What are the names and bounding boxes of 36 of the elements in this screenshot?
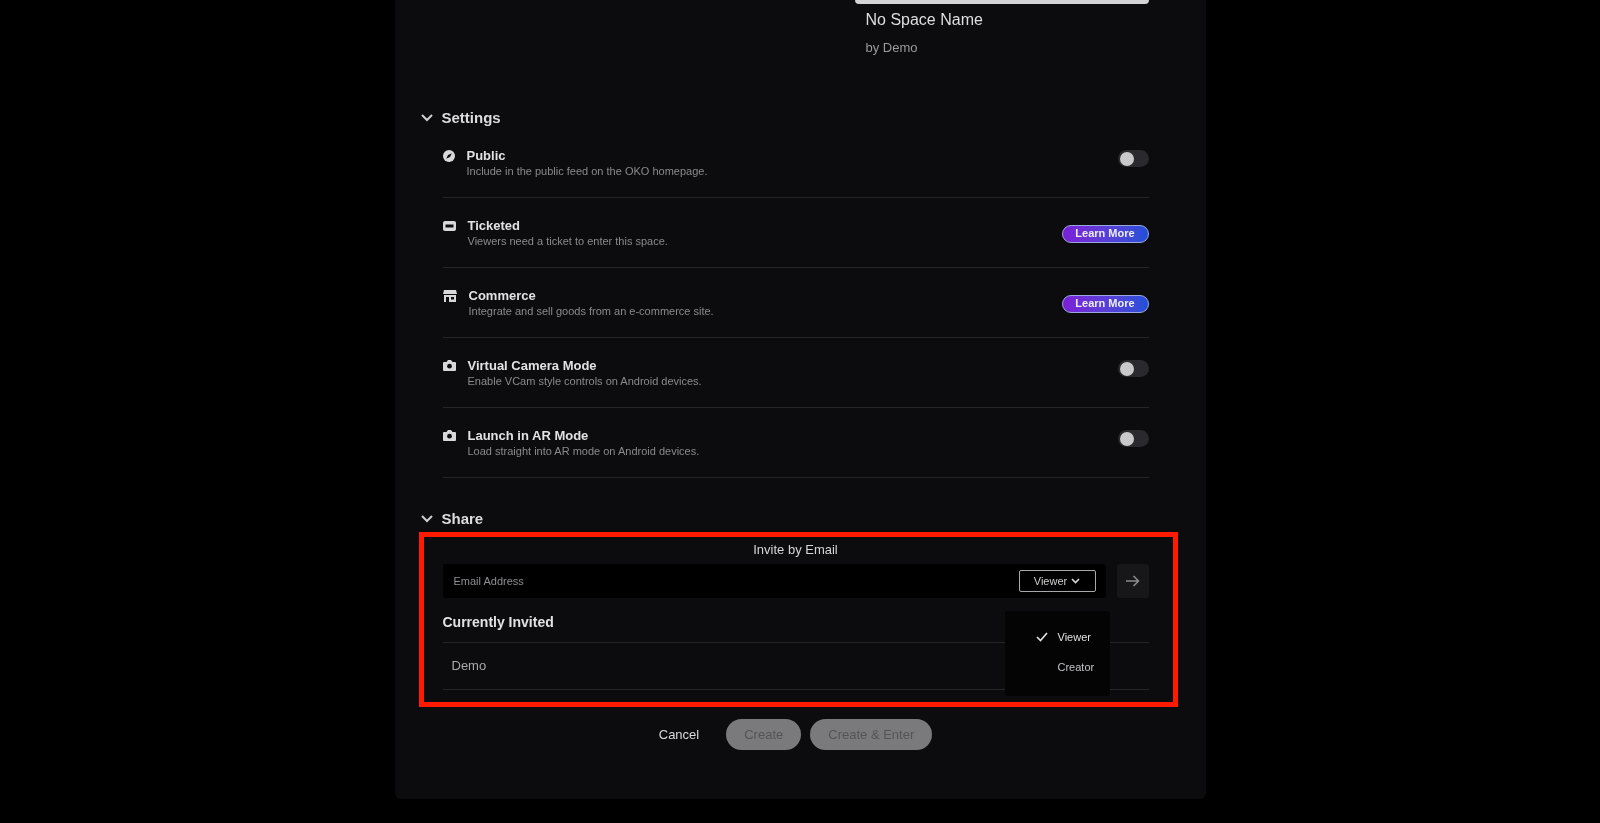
toggle-switch[interactable]: [1117, 150, 1149, 167]
check-icon: [1035, 632, 1048, 642]
space-title: No Space Name: [865, 10, 983, 30]
menu-item[interactable]: Viewer: [1004, 627, 1110, 647]
send-button[interactable]: [1116, 564, 1149, 598]
menu-item[interactable]: Creator: [1004, 657, 1110, 677]
setting-description: Viewers need a ticket to enter this space.: [467, 234, 668, 249]
setting-description: Integrate and sell goods from an e-commerce site.: [468, 304, 714, 319]
invited-heading: Currently Invited: [442, 613, 554, 631]
space-author: by Demo: [865, 40, 918, 56]
arrow-right-icon: [1125, 575, 1140, 587]
setting-title: Virtual Camera Mode: [467, 358, 597, 374]
chevron-down-icon: [1071, 578, 1081, 584]
setting-description: Load straight into AR mode on Android devices.: [467, 444, 700, 459]
setting-title: Ticketed: [467, 218, 520, 234]
email-field[interactable]: Email Address Viewer: [442, 564, 1106, 598]
ticket-icon: [442, 221, 456, 231]
compass-icon: [442, 150, 455, 162]
cancel-button[interactable]: Cancel: [658, 726, 700, 743]
setting-title: Commerce: [468, 288, 536, 304]
setting-title: Public: [466, 148, 506, 164]
section-header[interactable]: Share: [420, 509, 484, 529]
toggle-switch[interactable]: [1117, 360, 1149, 377]
section-header[interactable]: Settings: [420, 108, 501, 128]
setting-title: Launch in AR Mode: [467, 428, 589, 444]
setting-description: Enable VCam style controls on Android devices.: [467, 374, 702, 389]
toggle-switch[interactable]: [1117, 430, 1149, 447]
learn-more-button[interactable]: Learn More: [1061, 294, 1149, 313]
camera-icon: [442, 360, 456, 371]
invite-title: Invite by Email: [753, 542, 838, 558]
role-select[interactable]: Viewer: [1018, 570, 1096, 592]
learn-more-button[interactable]: Learn More: [1061, 224, 1149, 243]
store-icon: [442, 290, 457, 302]
camera-icon: [442, 430, 456, 441]
setting-description: Include in the public feed on the OKO homepage.: [466, 164, 708, 179]
invited-user: Demo: [451, 658, 487, 674]
